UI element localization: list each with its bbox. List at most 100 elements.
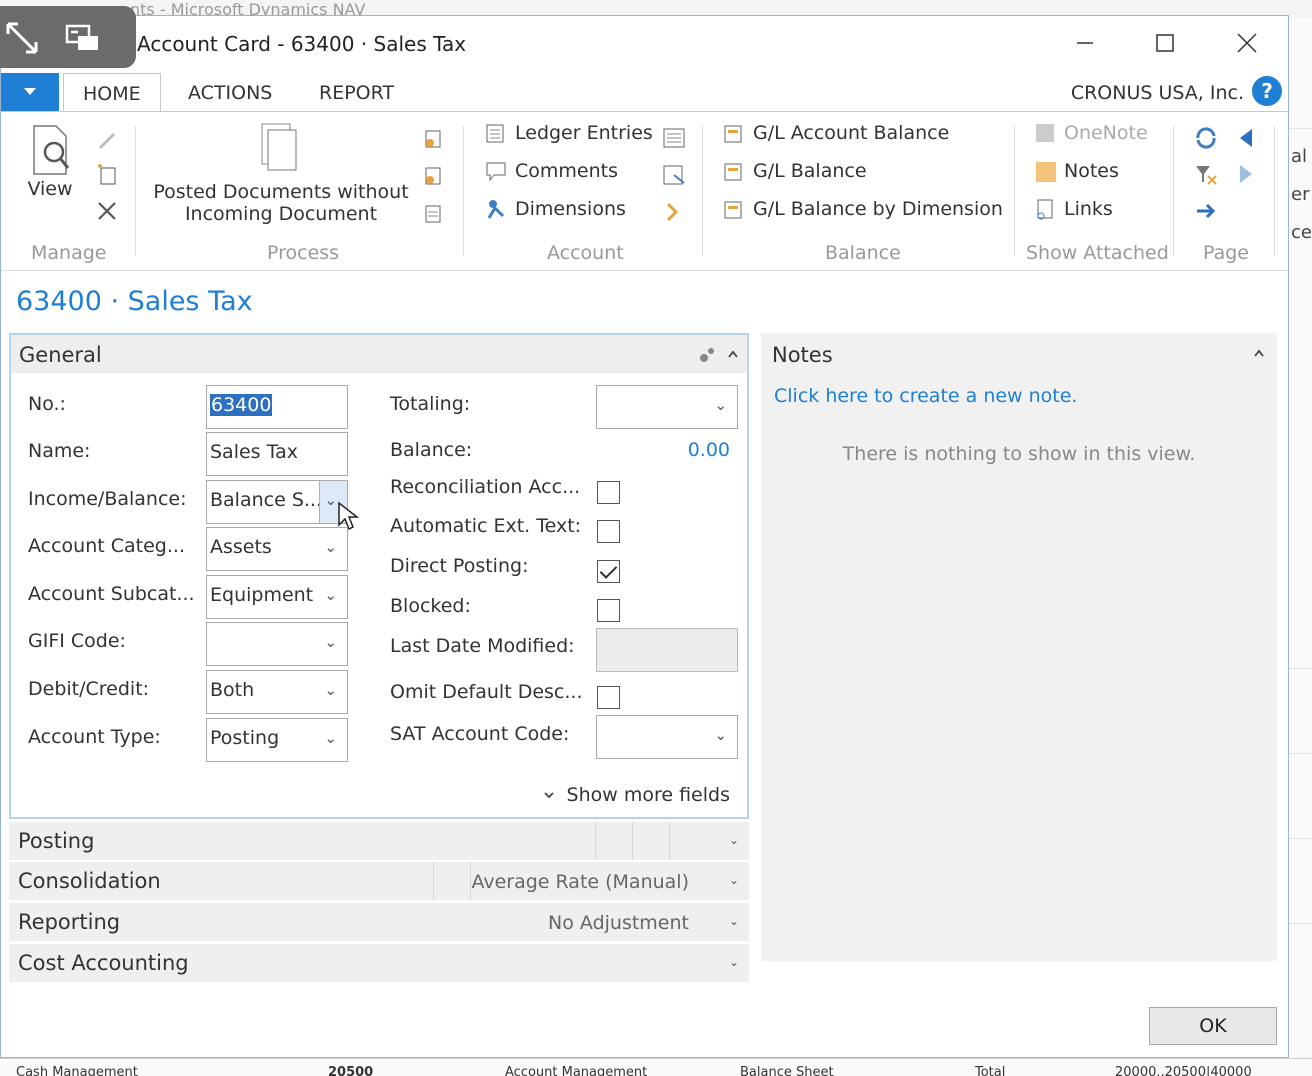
go-to-icon[interactable]	[1194, 199, 1218, 223]
help-icon[interactable]: ?	[1252, 76, 1282, 106]
income-balance-select[interactable]: Balance S... ⌄	[206, 480, 348, 524]
background-cell: 20500	[328, 1065, 374, 1076]
field-label-omit-default-desc: Omit Default Desc...	[390, 681, 583, 703]
debit-credit-select[interactable]: Both ⌄	[206, 670, 348, 714]
cost-accounting-fasttab[interactable]: Cost Accounting ⌄	[9, 944, 749, 982]
ok-button[interactable]: OK	[1149, 1007, 1277, 1045]
minimize-button[interactable]	[1065, 26, 1105, 60]
chevron-down-icon: ⌄	[324, 729, 337, 747]
onenote-button[interactable]: OneNote	[1034, 122, 1148, 144]
chevron-down-icon: ⌄	[728, 873, 739, 887]
posted-docs-label-1: Posted Documents without	[153, 181, 409, 203]
process-action-icon[interactable]	[422, 202, 446, 226]
automatic-ext-text-checkbox[interactable]	[597, 520, 620, 543]
posted-documents-button[interactable]: Posted Documents without Incoming Docume…	[151, 122, 411, 225]
remote-session-overlay[interactable]	[0, 6, 136, 68]
links-label: Links	[1064, 198, 1113, 220]
cost-accounting-title: Cost Accounting	[18, 951, 189, 975]
account-subcategory-select[interactable]: Equipment ⌄	[206, 575, 348, 619]
gl-account-balance-button[interactable]: G/L Account Balance	[723, 122, 949, 144]
account-type-select[interactable]: Posting ⌄	[206, 718, 348, 762]
show-more-fields-label: Show more fields	[566, 784, 730, 806]
comment-icon	[486, 162, 506, 182]
switch-display-icon[interactable]	[64, 20, 100, 56]
omit-default-desc-checkbox[interactable]	[597, 686, 620, 709]
posting-fasttab[interactable]: Posting ⌄	[9, 822, 749, 860]
reconciliation-checkbox[interactable]	[597, 481, 620, 504]
links-button[interactable]: Links	[1034, 198, 1113, 220]
navigate-icon[interactable]	[662, 200, 686, 224]
account-category-select[interactable]: Assets ⌄	[206, 527, 348, 571]
view-button[interactable]: View	[27, 124, 73, 200]
no-input[interactable]: 63400	[206, 385, 348, 429]
ledger-entries-button[interactable]: Ledger Entries	[485, 122, 653, 144]
blocked-checkbox[interactable]	[597, 599, 620, 622]
ribbon-separator	[1014, 126, 1015, 256]
field-label-debit-credit: Debit/Credit:	[28, 678, 150, 700]
tab-actions[interactable]: ACTIONS	[188, 73, 272, 111]
next-record-icon[interactable]	[1234, 162, 1258, 186]
show-more-fields-button[interactable]: Show more fields	[543, 784, 730, 806]
new-document-icon[interactable]	[95, 162, 119, 186]
page-title: 63400 · Sales Tax	[16, 286, 253, 317]
magnifier-document-icon	[33, 125, 70, 175]
delete-icon[interactable]	[95, 199, 119, 223]
general-fasttab: General No.: 63400 Name: Sales Tax Incom…	[9, 333, 749, 819]
chevron-down-icon: ⌄	[324, 633, 337, 651]
maximize-button[interactable]	[1145, 26, 1185, 60]
tab-report[interactable]: REPORT	[319, 73, 394, 111]
chevron-down-icon: ⌄	[728, 955, 739, 969]
balance-report-icon	[724, 125, 742, 143]
view-label: View	[27, 178, 73, 200]
chevron-down-icon	[543, 792, 554, 799]
notes-label: Notes	[1064, 160, 1119, 182]
chevron-down-icon: ⌄	[714, 726, 727, 744]
field-label-direct-posting: Direct Posting:	[390, 555, 529, 577]
grid-arrow-icon[interactable]	[662, 163, 686, 187]
notes-factbox: Notes Click here to create a new note. T…	[761, 333, 1277, 961]
dimensions-button[interactable]: Dimensions	[485, 198, 626, 220]
personalize-icon[interactable]	[697, 345, 717, 365]
title-bar: Account Card - 63400 · Sales Tax	[1, 16, 1288, 71]
direct-posting-checkbox[interactable]	[597, 560, 620, 583]
ribbon-separator	[135, 126, 136, 256]
close-button[interactable]	[1227, 26, 1267, 60]
background-cell: Total	[975, 1065, 1006, 1076]
general-title: General	[19, 343, 102, 367]
name-input[interactable]: Sales Tax	[206, 432, 348, 476]
app-menu-button[interactable]	[1, 73, 59, 111]
gifi-code-select[interactable]: ⌄	[206, 622, 348, 666]
expand-icon[interactable]	[4, 20, 40, 56]
chevron-down-icon	[24, 88, 36, 95]
gl-balance-button[interactable]: G/L Balance	[723, 160, 867, 182]
ledger-entries-label: Ledger Entries	[515, 122, 653, 144]
consolidation-fasttab[interactable]: Consolidation Average Rate (Manual) ⌄	[9, 862, 749, 900]
last-date-modified-field	[596, 628, 738, 672]
balance-value[interactable]: 0.00	[688, 439, 730, 461]
create-note-link[interactable]: Click here to create a new note.	[774, 385, 1077, 407]
edit-pencil-icon[interactable]	[95, 127, 119, 151]
gl-balance-by-dimension-button[interactable]: G/L Balance by Dimension	[723, 198, 1003, 220]
comments-button[interactable]: Comments	[485, 160, 618, 182]
previous-record-icon[interactable]	[1234, 126, 1258, 150]
sat-account-code-select[interactable]: ⌄	[596, 715, 738, 759]
field-label-blocked: Blocked:	[390, 595, 471, 617]
notes-button[interactable]: Notes	[1034, 160, 1119, 182]
list-icon[interactable]	[662, 126, 686, 150]
income-balance-value: Balance S...	[210, 489, 322, 511]
process-action-icon[interactable]	[422, 127, 446, 151]
chevron-down-icon: ⌄	[714, 396, 727, 414]
ribbon-separator	[463, 126, 464, 256]
general-header[interactable]: General	[11, 335, 747, 373]
chevron-down-icon: ⌄	[324, 586, 337, 604]
totaling-select[interactable]: ⌄	[596, 385, 738, 429]
chevron-up-icon[interactable]	[727, 349, 739, 359]
background-cell: 20000..20500|40000	[1115, 1065, 1252, 1076]
clear-filter-icon[interactable]	[1194, 162, 1218, 186]
refresh-icon[interactable]	[1194, 126, 1218, 150]
reporting-fasttab[interactable]: Reporting No Adjustment ⌄	[9, 903, 749, 941]
chevron-up-icon[interactable]	[1253, 348, 1265, 358]
field-label-reconciliation: Reconciliation Acc...	[390, 476, 581, 498]
tab-home[interactable]: HOME	[63, 73, 161, 113]
process-action-icon[interactable]	[422, 164, 446, 188]
